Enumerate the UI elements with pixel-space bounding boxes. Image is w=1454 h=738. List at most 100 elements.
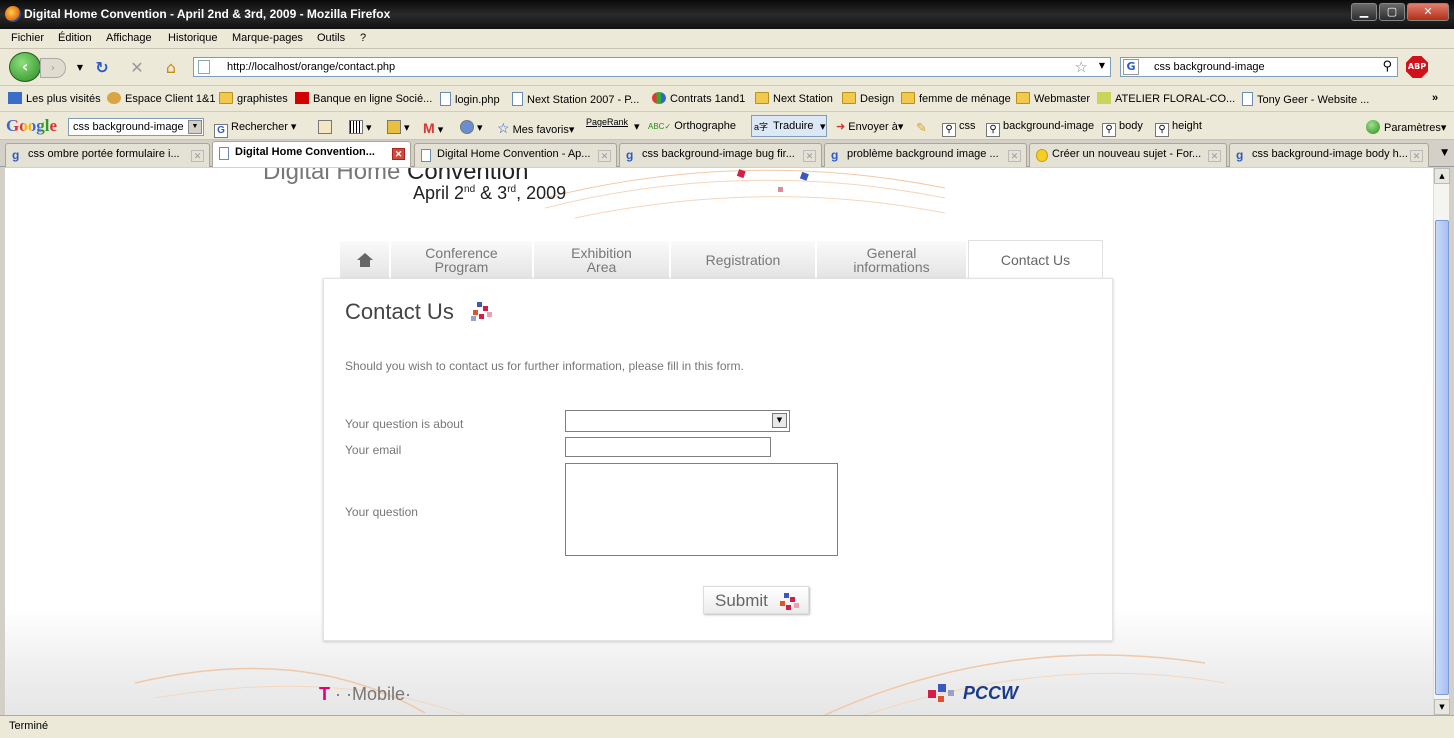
bookmark-folder[interactable]: Webmaster xyxy=(1016,92,1090,105)
bookmark-item[interactable]: Les plus visités xyxy=(8,92,101,105)
nav-exhibition-area[interactable]: Exhibition Area xyxy=(534,241,670,278)
close-tab-icon[interactable]: ✕ xyxy=(191,150,204,162)
maximize-button[interactable]: ▢ xyxy=(1379,3,1405,21)
bookmark-star-icon[interactable]: ☆ xyxy=(1075,58,1088,76)
nav-contact-us[interactable]: Contact Us xyxy=(968,240,1103,279)
menu-outils[interactable]: Outils xyxy=(317,32,345,44)
bookmark-item[interactable]: Banque en ligne Socié... xyxy=(295,92,432,105)
bookmark-label: Banque en ligne Socié... xyxy=(313,93,433,105)
menu-help[interactable]: ? xyxy=(360,32,366,44)
google-g-icon: g xyxy=(626,148,634,162)
nav-conference-program[interactable]: Conference Program xyxy=(391,241,533,278)
chevron-down-icon[interactable]: ▼ xyxy=(772,413,787,428)
page-icon xyxy=(219,147,229,160)
back-button[interactable]: ‹ xyxy=(9,52,41,82)
news-icon[interactable] xyxy=(318,120,335,134)
barcode-icon[interactable]: ▾ xyxy=(349,120,372,134)
chevron-down-icon[interactable]: ▼ xyxy=(1099,61,1105,70)
address-bar[interactable]: http://localhost/orange/contact.php ☆ ▼ xyxy=(193,57,1111,77)
menu-affichage[interactable]: Affichage xyxy=(106,32,152,44)
pagerank-dropdown[interactable]: ▾ xyxy=(634,120,640,133)
forward-button[interactable]: › xyxy=(40,58,66,78)
nav-registration[interactable]: Registration xyxy=(671,241,816,278)
close-tab-icon[interactable]: ✕ xyxy=(1008,150,1021,162)
chevron-down-icon[interactable]: ▼ xyxy=(188,120,202,134)
close-tab-icon[interactable]: ✕ xyxy=(803,150,816,162)
chevron-down-icon[interactable]: ▾ xyxy=(820,120,826,133)
search-term-background-image[interactable]: ⚲ background-image xyxy=(986,120,1094,137)
bookmark-label: Tony Geer - Website ... xyxy=(1257,94,1370,106)
scroll-down-icon[interactable]: ▼ xyxy=(1434,699,1450,715)
scroll-up-icon[interactable]: ▲ xyxy=(1434,168,1450,184)
search-input[interactable]: css background-image xyxy=(1154,61,1265,73)
favorites-button[interactable]: ☆ Mes favoris▾ xyxy=(497,120,574,137)
bookmark-folder[interactable]: femme de ménage xyxy=(901,92,1011,105)
bookmark-folder[interactable]: Next Station xyxy=(755,92,833,105)
bookmark-item[interactable]: Next Station 2007 - P... xyxy=(512,92,639,106)
share-icon[interactable]: ▾ xyxy=(460,120,483,134)
menu-edition[interactable]: Édition xyxy=(58,32,92,44)
history-dropdown-icon[interactable]: ▼ xyxy=(70,58,90,78)
bookmark-item[interactable]: login.php xyxy=(440,92,500,106)
page-icon xyxy=(1242,92,1253,106)
email-field[interactable] xyxy=(565,437,771,457)
search-icon[interactable]: ⚲ xyxy=(1382,59,1392,74)
browser-tab[interactable]: Créer un nouveau sujet - For... ✕ xyxy=(1029,143,1227,167)
nav-label: Conference Program xyxy=(425,244,498,275)
question-textarea[interactable] xyxy=(565,463,838,556)
puzzle-icon[interactable]: ▾ xyxy=(387,120,410,134)
minimize-button[interactable]: ▁ xyxy=(1351,3,1377,21)
nav-general-informations[interactable]: General informations xyxy=(817,241,967,278)
close-tab-icon[interactable]: ✕ xyxy=(392,148,405,160)
bookmark-folder[interactable]: Design xyxy=(842,92,894,105)
bookmark-item[interactable]: Tony Geer - Website ... xyxy=(1242,92,1369,106)
pccw-mark-icon xyxy=(928,684,960,706)
page-title: Contact Us xyxy=(345,299,454,324)
close-tab-icon[interactable]: ✕ xyxy=(598,150,611,162)
home-icon[interactable]: ⌂ xyxy=(161,58,181,78)
translate-button[interactable]: a字 Traduire ▾ xyxy=(751,115,827,137)
search-bar[interactable]: G css background-image ⚲ xyxy=(1120,57,1398,77)
spellcheck-button[interactable]: ABC✓ Orthographe xyxy=(648,120,736,132)
reload-icon[interactable]: ↻ xyxy=(92,58,112,78)
bookmark-folder[interactable]: graphistes xyxy=(219,92,288,105)
browser-tab[interactable]: g css ombre portée formulaire i... ✕ xyxy=(5,143,210,167)
close-tab-icon[interactable]: ✕ xyxy=(1410,150,1423,162)
submit-button[interactable]: Submit xyxy=(703,586,809,614)
menu-marque-pages[interactable]: Marque-pages xyxy=(232,32,303,44)
window-titlebar: Digital Home Convention - April 2nd & 3r… xyxy=(0,0,1454,29)
highlight-icon[interactable]: ✎ xyxy=(916,120,927,136)
close-button[interactable]: ✕ xyxy=(1407,3,1449,21)
google-search-input[interactable]: css background-image ▼ xyxy=(68,118,204,136)
send-to-button[interactable]: ➜ Envoyer à▾ xyxy=(836,120,903,133)
menu-fichier[interactable]: Fichier xyxy=(11,32,44,44)
tab-list-icon[interactable]: ▼ xyxy=(1441,148,1448,158)
question-about-select[interactable]: ▼ xyxy=(565,410,790,432)
google-logo[interactable]: Google xyxy=(6,116,57,136)
search-term-css[interactable]: ⚲ css xyxy=(942,120,976,137)
nav-home[interactable] xyxy=(340,241,390,278)
bookmark-item[interactable]: Espace Client 1&1 xyxy=(107,92,216,105)
settings-button[interactable]: Paramètres▾ xyxy=(1366,120,1446,134)
browser-tab-active[interactable]: Digital Home Convention... ✕ xyxy=(212,141,411,167)
google-search-button[interactable]: G Rechercher ▾ xyxy=(214,120,296,138)
vertical-scrollbar[interactable]: ▲ ▼ xyxy=(1433,168,1450,715)
gmail-icon[interactable]: M ▾ xyxy=(423,120,443,136)
browser-tab[interactable]: g problème background image ... ✕ xyxy=(824,143,1027,167)
bookmark-item[interactable]: ATELIER FLORAL-CO... xyxy=(1097,92,1235,105)
folder-icon xyxy=(755,92,769,104)
browser-tab[interactable]: Digital Home Convention - Ap... ✕ xyxy=(414,143,617,167)
stop-icon[interactable]: ✕ xyxy=(127,58,147,78)
search-term-body[interactable]: ⚲ body xyxy=(1102,120,1143,137)
scrollbar-thumb[interactable] xyxy=(1435,220,1449,695)
search-term-height[interactable]: ⚲ height xyxy=(1155,120,1202,137)
date-part: , 2009 xyxy=(516,183,567,203)
bookmarks-overflow-icon[interactable]: » xyxy=(1432,92,1438,104)
adblock-icon[interactable]: ABP xyxy=(1406,56,1428,78)
close-tab-icon[interactable]: ✕ xyxy=(1208,150,1221,162)
search-engine-icon[interactable]: G xyxy=(1123,59,1139,75)
menu-historique[interactable]: Historique xyxy=(168,32,218,44)
bookmark-item[interactable]: Contrats 1and1 xyxy=(652,92,745,105)
browser-tab[interactable]: g css background-image body h... ✕ xyxy=(1229,143,1429,167)
browser-tab[interactable]: g css background-image bug fir... ✕ xyxy=(619,143,822,167)
